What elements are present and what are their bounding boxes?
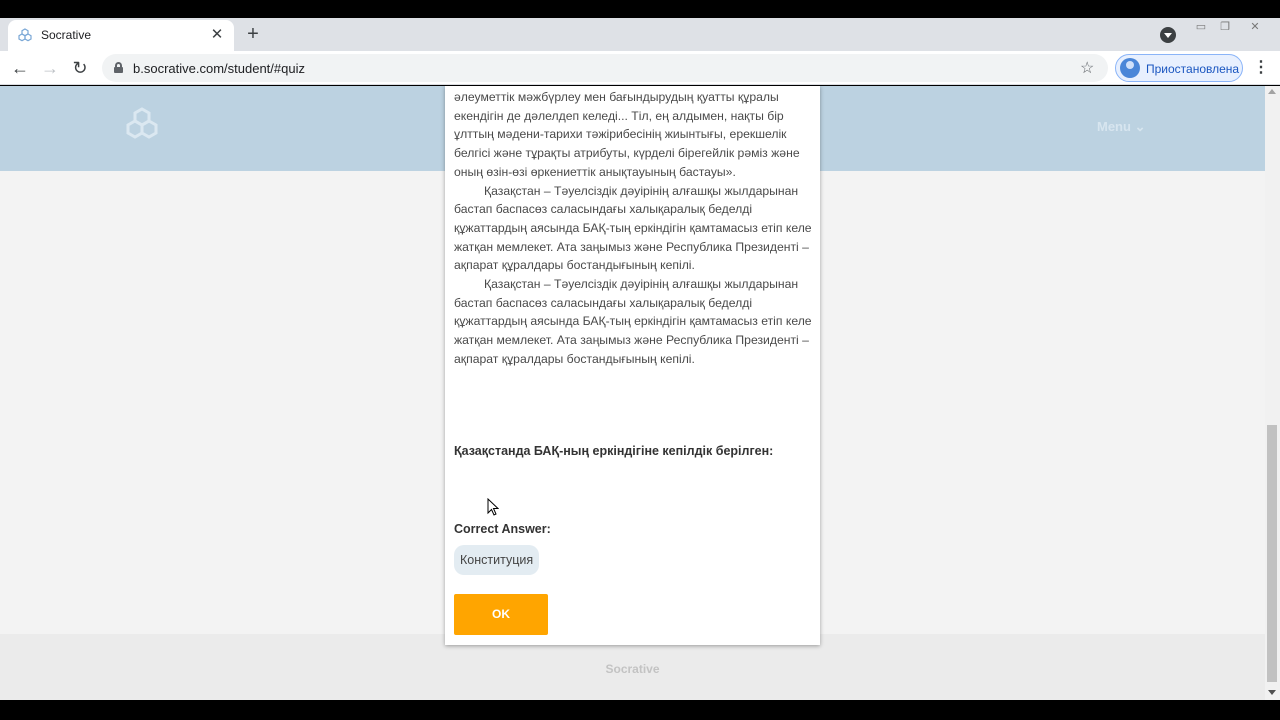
bottom-letterbox bbox=[0, 700, 1280, 720]
star-icon[interactable]: ☆ bbox=[1080, 58, 1094, 78]
tab-strip: Socrative ✕ + ▭ ❐ ✕ bbox=[0, 18, 1280, 51]
page-viewport: Menu ⌄ Socrative әлеуметтік мәжбүрлеу ме… bbox=[0, 86, 1265, 700]
restore-icon[interactable]: ❐ bbox=[1212, 18, 1238, 36]
mouse-cursor-icon bbox=[487, 498, 499, 516]
socrative-logo-icon bbox=[126, 107, 158, 139]
window-close-icon[interactable]: ✕ bbox=[1242, 18, 1268, 36]
scroll-thumb[interactable] bbox=[1267, 425, 1277, 682]
minimize-icon[interactable]: ▭ bbox=[1188, 18, 1214, 36]
profile-label: Приостановлена bbox=[1146, 62, 1240, 76]
passage-paragraph: Қазақстан – Тәуелсіздік дәуірінің алғашқ… bbox=[454, 277, 812, 366]
answer-feedback-card: әлеуметтік мәжбүрлеу мен бағындырудың қу… bbox=[445, 86, 820, 645]
page-scrollbar[interactable] bbox=[1265, 86, 1280, 700]
browser-tab[interactable]: Socrative ✕ bbox=[8, 20, 234, 51]
plus-icon[interactable]: + bbox=[244, 24, 262, 44]
scroll-down-icon[interactable] bbox=[1268, 690, 1276, 695]
lock-icon[interactable] bbox=[114, 62, 123, 73]
chevron-down-icon: ⌄ bbox=[1134, 119, 1146, 134]
passage-paragraph: Қазақстан – Тәуелсіздік дәуірінің алғашқ… bbox=[454, 183, 812, 273]
forward-icon[interactable]: → bbox=[39, 57, 61, 79]
question-text: Қазақстанда БАҚ-ның еркіндігіне кепілдік… bbox=[454, 444, 774, 458]
menu-label: Menu bbox=[1097, 119, 1131, 134]
passage-paragraph: әлеуметтік мәжбүрлеу мен бағындырудың қу… bbox=[454, 90, 800, 179]
socrative-favicon bbox=[18, 28, 32, 42]
question-passage: әлеуметтік мәжбүрлеу мен бағындырудың қу… bbox=[454, 88, 814, 369]
back-icon[interactable]: ← bbox=[9, 57, 31, 79]
ok-button[interactable]: OK bbox=[454, 594, 548, 635]
top-letterbox bbox=[0, 0, 1280, 18]
profile-button[interactable]: Приостановлена bbox=[1115, 54, 1243, 82]
correct-answer-label: Correct Answer: bbox=[454, 522, 551, 536]
reload-icon[interactable]: ↻ bbox=[69, 57, 91, 79]
close-icon[interactable]: ✕ bbox=[209, 26, 225, 44]
tab-title: Socrative bbox=[41, 28, 92, 42]
footer-brand: Socrative bbox=[605, 662, 660, 676]
scroll-up-icon[interactable] bbox=[1268, 89, 1276, 94]
tab-search-icon[interactable] bbox=[1160, 27, 1176, 43]
profile-icon bbox=[1120, 58, 1140, 78]
address-bar[interactable]: b.socrative.com/student/#quiz ☆ bbox=[102, 54, 1108, 82]
browser-toolbar: ← → ↻ b.socrative.com/student/#quiz ☆ Пр… bbox=[0, 51, 1280, 85]
url-text[interactable]: b.socrative.com/student/#quiz bbox=[133, 61, 305, 76]
correct-answer-chip: Конституция bbox=[454, 545, 540, 575]
menu-button[interactable]: Menu ⌄ bbox=[1097, 119, 1145, 135]
kebab-menu-icon[interactable]: ⋮ bbox=[1253, 57, 1269, 79]
